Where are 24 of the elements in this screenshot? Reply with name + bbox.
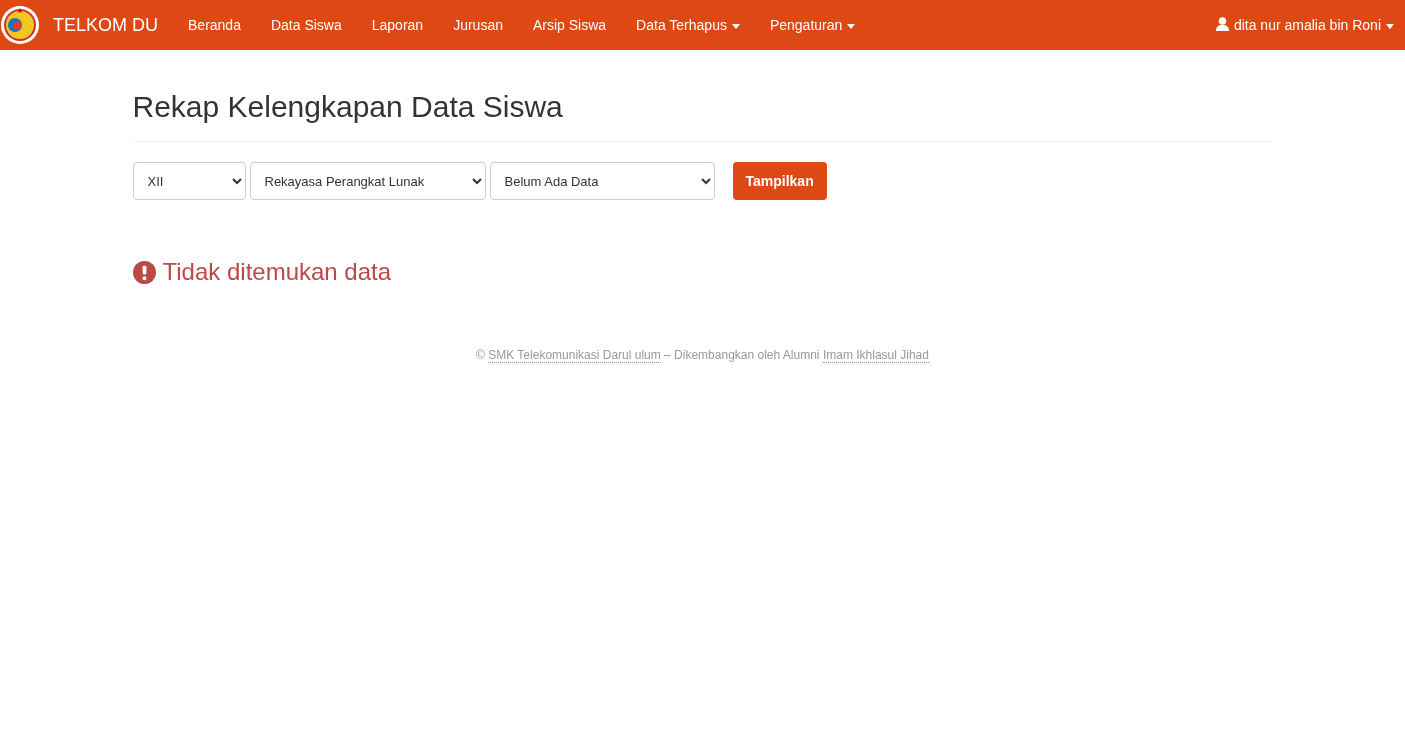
- filter-select[interactable]: XII: [132, 162, 246, 200]
- filter-select[interactable]: Rekayasa Perangkat Lunak: [249, 162, 486, 200]
- school-logo: [0, 5, 40, 45]
- page-title: Rekap Kelengkapan Data Siswa: [132, 90, 1273, 142]
- nav-link[interactable]: Arsip Siswa: [517, 17, 622, 33]
- caret-icon: [1386, 23, 1394, 29]
- user-menu[interactable]: dita nur amalia bin Roni: [1200, 17, 1405, 33]
- caret-icon: [731, 23, 740, 29]
- no-data-message: Tidak ditemukan data: [162, 258, 392, 286]
- nav-link[interactable]: Jurusan: [438, 17, 518, 33]
- brand-link[interactable]: TELKOM DU: [53, 14, 158, 36]
- school-link[interactable]: SMK Telekomunikasi Darul ulum: [488, 348, 661, 363]
- user-icon: [1215, 17, 1229, 31]
- author-link[interactable]: Imam Ikhlasul Jihad: [822, 348, 929, 363]
- exclamation-icon: [132, 260, 156, 284]
- dropdown-menu[interactable]: Pengaturan: [754, 17, 871, 33]
- nav-link[interactable]: Data Siswa: [255, 17, 357, 33]
- filter-select[interactable]: Belum Ada Data: [489, 162, 715, 200]
- footer-text: © SMK Telekomunikasi Darul ulum – Dikembangkan oleh Alumni Imam Ikhlasul Jihad: [475, 348, 930, 362]
- caret-icon: [847, 23, 856, 29]
- show-button[interactable]: Tampilkan: [732, 162, 827, 200]
- nav-link[interactable]: Laporan: [356, 17, 439, 33]
- dropdown-menu[interactable]: Data Terhapus: [621, 17, 755, 33]
- nav-link[interactable]: Beranda: [173, 17, 256, 33]
